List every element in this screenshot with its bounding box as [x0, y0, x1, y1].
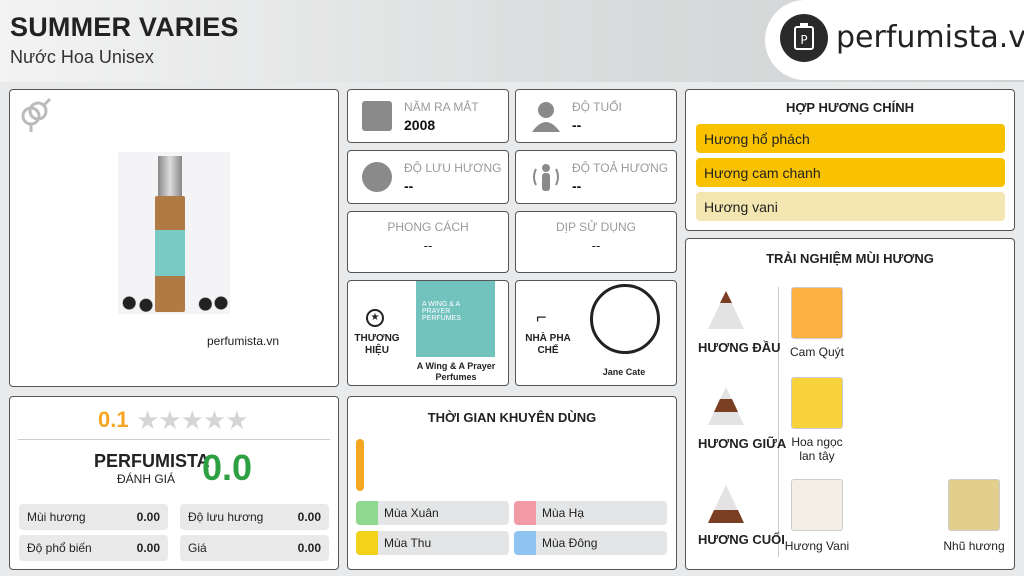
nose-icon: ⌐: [536, 307, 547, 327]
longevity-value: --: [404, 178, 414, 194]
season-spring: Mùa Xuân: [356, 501, 509, 525]
notes-panel: TRẢI NGHIỆM MÙI HƯƠNG HƯƠNG ĐẦU Cam Quýt…: [685, 238, 1015, 570]
year-value: 2008: [404, 117, 436, 133]
accord-row: Hương cam chanh: [696, 158, 1005, 187]
page-subtitle: Nước Hoa Unisex: [10, 47, 154, 67]
base-note-pyramid-icon: [708, 485, 744, 528]
stat-longevity: Độ lưu hương 0.00: [180, 504, 329, 530]
brand-name[interactable]: A Wing & A Prayer Perfumes: [414, 361, 498, 383]
stat-popularity: Độ phổ biến 0.00: [19, 535, 168, 561]
style-card: PHONG CÁCH --: [347, 211, 509, 273]
perfumer-portrait: [586, 281, 663, 357]
leaf-icon: [356, 531, 378, 555]
sillage-icon: [532, 161, 560, 193]
product-image-panel: perfumista.vn: [9, 89, 339, 387]
age-card: ĐỘ TUỔI --: [515, 89, 677, 143]
sillage-value: --: [572, 178, 582, 194]
brand-card[interactable]: ★ THƯƠNG HIỆU A WING & A PRAYER PERFUMES…: [347, 280, 509, 386]
year-card: NĂM RA MẮT 2008: [347, 89, 509, 143]
stat-scent: Mùi hương 0.00: [19, 504, 168, 530]
time-indicator-bar: [356, 439, 364, 491]
brand-logo: A WING & A PRAYER PERFUMES: [416, 281, 495, 357]
svg-text:P: P: [800, 33, 807, 47]
season-autumn: Mùa Thu: [356, 531, 509, 555]
calendar-icon: [362, 101, 392, 131]
sillage-card: ĐỘ TOẢ HƯƠNG --: [515, 150, 677, 204]
product-photo: [118, 152, 230, 314]
brand-name[interactable]: perfumista.vn: [836, 20, 1024, 55]
page-title: SUMMER VARIES: [10, 12, 239, 42]
stat-price: Giá 0.00: [180, 535, 329, 561]
perfumista-score: 0.0: [202, 447, 253, 488]
star-rating-icons[interactable]: ★★★★★: [136, 405, 249, 436]
person-icon: [532, 100, 560, 132]
note-image: [791, 479, 843, 531]
occasion-value: --: [591, 238, 601, 253]
season-panel: THỜI GIAN KHUYÊN DÙNG Mùa Xuân Mùa Hạ Mù…: [347, 396, 677, 570]
accord-row: Hương vani: [696, 192, 1005, 221]
unisex-icon: [18, 96, 52, 139]
note-image: [791, 377, 843, 429]
perfumer-card[interactable]: ⌐ NHÀ PHA CHẾ Jane Cate: [515, 280, 677, 386]
style-value: --: [423, 238, 433, 253]
user-score: 0.1: [98, 407, 129, 432]
season-summer: Mùa Hạ: [514, 501, 667, 525]
middle-note-pyramid-icon: [708, 387, 744, 430]
top-note-pyramid-icon: [708, 291, 744, 334]
note-image: [791, 287, 843, 339]
sun-icon: [514, 501, 536, 525]
occasion-card: DỊP SỬ DỤNG --: [515, 211, 677, 273]
note-image: [948, 479, 1000, 531]
flower-icon: [356, 501, 378, 525]
clock-icon: [362, 162, 392, 192]
accords-panel: HỢP HƯƠNG CHÍNH Hương hổ phách Hương cam…: [685, 89, 1015, 231]
snowflake-icon: [514, 531, 536, 555]
age-value: --: [572, 117, 582, 133]
accord-row: Hương hổ phách: [696, 124, 1005, 153]
perfumer-name[interactable]: Jane Cate: [582, 367, 666, 377]
rating-panel: 0.1 ★★★★★ PERFUMISTA ĐÁNH GIÁ 0.0 Mùi hư…: [9, 396, 339, 570]
longevity-card: ĐỘ LƯU HƯƠNG --: [347, 150, 509, 204]
season-winter: Mùa Đông: [514, 531, 667, 555]
star-badge-icon: ★: [366, 309, 384, 327]
watermark-text: perfumista.vn: [207, 334, 280, 348]
perfumista-logo-icon: P: [780, 14, 828, 62]
